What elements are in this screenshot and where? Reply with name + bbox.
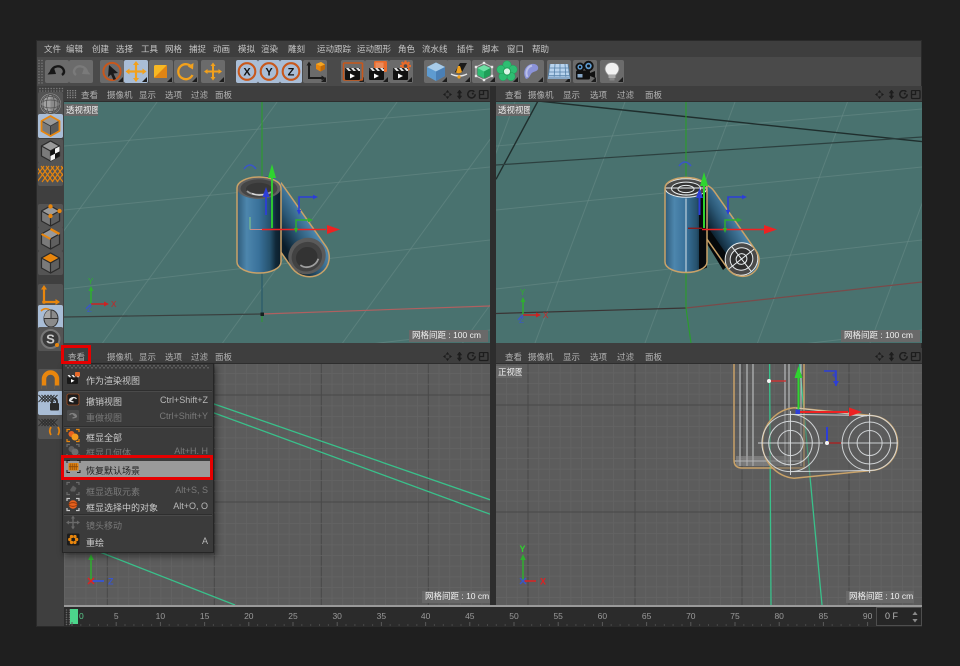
svg-text:X: X [111, 300, 117, 309]
svg-text:X: X [540, 577, 546, 587]
svg-text:Y: Y [520, 288, 526, 297]
svg-text:X: X [543, 311, 549, 320]
svg-text:X: X [243, 67, 251, 79]
svg-text:Z: Z [87, 305, 92, 314]
svg-text:Y: Y [520, 544, 526, 554]
svg-text:Z: Z [519, 316, 524, 325]
svg-text:Y: Y [88, 277, 94, 286]
svg-text:Y: Y [265, 67, 273, 79]
svg-text:Z: Z [288, 67, 295, 79]
svg-text:Z: Z [108, 577, 114, 587]
svg-text:S: S [46, 332, 55, 347]
